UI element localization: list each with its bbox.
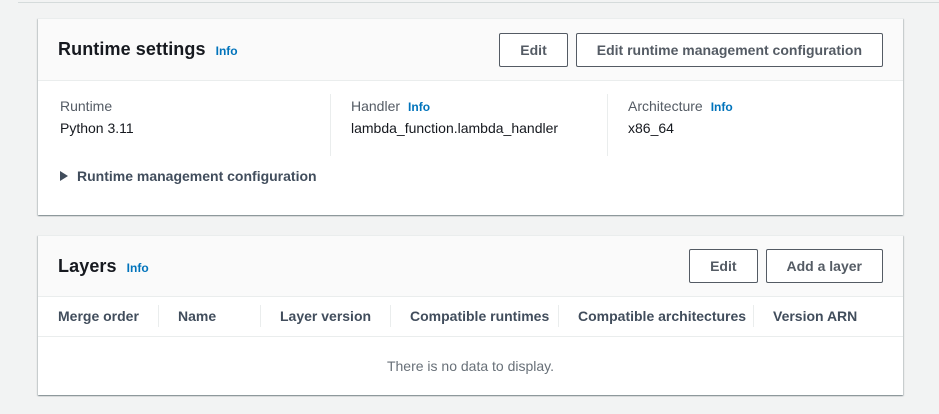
runtime-management-configuration-label: Runtime management configuration	[77, 168, 317, 184]
column-header-layer-version: Layer version	[260, 297, 390, 336]
runtime-settings-title: Runtime settings	[58, 39, 206, 60]
layers-card: Layers Info Edit Add a layer Merge order…	[38, 235, 903, 395]
edit-layers-button[interactable]: Edit	[689, 249, 757, 283]
layers-table: Merge order Name Layer version Compatibl…	[38, 297, 903, 337]
runtime-settings-card: Runtime settings Info Edit Edit runtime …	[38, 18, 903, 215]
runtime-settings-fields: Runtime Python 3.11 Handler Info lambda_…	[38, 81, 903, 156]
empty-state-message: There is no data to display.	[387, 358, 554, 374]
edit-runtime-management-configuration-button[interactable]: Edit runtime management configuration	[576, 33, 883, 67]
column-header-merge-order: Merge order	[38, 297, 158, 336]
runtime-value: Python 3.11	[60, 118, 310, 138]
caret-right-icon	[60, 171, 68, 181]
layers-info-link[interactable]: Info	[127, 261, 149, 275]
runtime-label: Runtime	[60, 96, 112, 116]
architecture-info-link[interactable]: Info	[711, 100, 733, 114]
layers-empty-state: There is no data to display.	[38, 337, 903, 396]
architecture-field: Architecture Info x86_64	[607, 94, 903, 156]
layers-title: Layers	[58, 256, 117, 277]
runtime-management-configuration-expander[interactable]: Runtime management configuration	[38, 156, 903, 184]
section-divider	[18, 2, 939, 3]
column-header-compatible-architectures: Compatible architectures	[558, 297, 753, 336]
handler-label: Handler	[351, 96, 400, 116]
layers-header: Layers Info Edit Add a layer	[38, 236, 903, 297]
column-header-name: Name	[158, 297, 260, 336]
handler-value: lambda_function.lambda_handler	[351, 118, 587, 138]
runtime-settings-header: Runtime settings Info Edit Edit runtime …	[38, 19, 903, 81]
column-header-version-arn: Version ARN	[753, 297, 903, 336]
edit-runtime-settings-button[interactable]: Edit	[499, 33, 567, 67]
architecture-label: Architecture	[628, 96, 703, 116]
handler-field: Handler Info lambda_function.lambda_hand…	[330, 94, 607, 156]
layers-table-header-row: Merge order Name Layer version Compatibl…	[38, 297, 903, 336]
architecture-value: x86_64	[628, 118, 883, 138]
add-a-layer-button[interactable]: Add a layer	[766, 249, 883, 283]
handler-info-link[interactable]: Info	[408, 100, 430, 114]
column-header-compatible-runtimes: Compatible runtimes	[390, 297, 558, 336]
runtime-settings-info-link[interactable]: Info	[216, 44, 238, 58]
runtime-field: Runtime Python 3.11	[38, 94, 330, 156]
